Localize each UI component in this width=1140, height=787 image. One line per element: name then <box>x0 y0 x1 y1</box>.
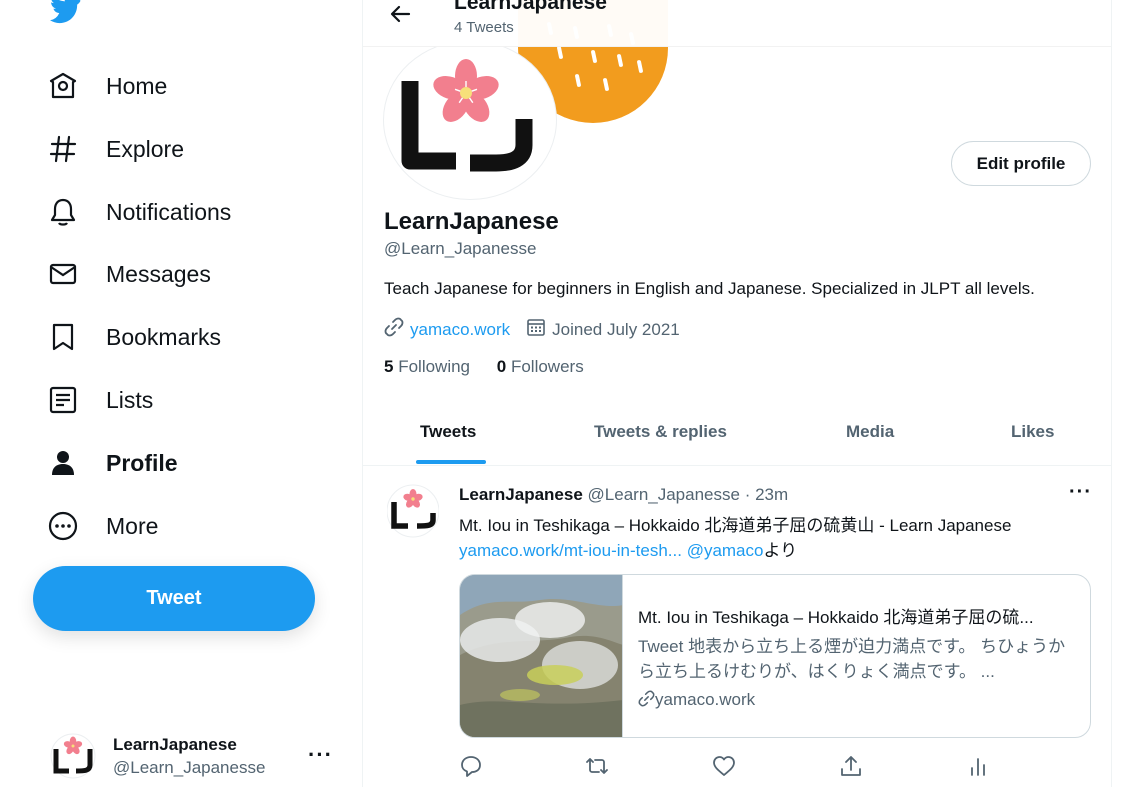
account-avatar <box>50 733 96 779</box>
card-thumbnail <box>460 575 623 737</box>
header-tweet-count: 4 Tweets <box>454 19 514 36</box>
share-icon[interactable] <box>839 754 863 778</box>
followers-count: 0 <box>496 357 507 376</box>
account-name: LearnJapanese <box>113 734 237 754</box>
envelope-icon <box>36 259 92 289</box>
following-link[interactable]: 5 Following <box>384 357 470 376</box>
nav-lists[interactable]: Lists <box>36 374 153 426</box>
nav-explore[interactable]: Explore <box>36 123 184 175</box>
profile-meta: yamaco.work Joined July 2021 <box>384 317 680 342</box>
hashtag-icon <box>36 134 92 164</box>
header-title: LearnJapanese <box>454 0 607 14</box>
profile-bio: Teach Japanese for beginners in English … <box>384 279 1035 298</box>
card-domain: yamaco.work <box>638 690 1078 710</box>
bookmark-icon <box>36 322 92 352</box>
followers-label: Followers <box>510 357 584 376</box>
person-icon <box>36 448 92 478</box>
nav-more-label: More <box>106 512 159 539</box>
account-switcher[interactable]: LearnJapanese @Learn_Japanesse ··· <box>50 730 350 782</box>
card-description: Tweet 地表から立ち上る煙が迫力満点です。 ちひょうから立ち上るけむりが、は… <box>638 637 1066 681</box>
followers-link[interactable]: 0 Followers <box>497 357 584 376</box>
following-label: Following <box>398 357 471 376</box>
profile-website-link[interactable]: yamaco.work <box>410 320 510 340</box>
link-icon <box>384 317 404 342</box>
profile-joined-date: Joined July 2021 <box>552 319 680 339</box>
active-tab-indicator <box>416 460 486 464</box>
analytics-icon[interactable] <box>966 754 990 778</box>
retweet-icon[interactable] <box>585 754 609 778</box>
nav-profile[interactable]: Profile <box>36 437 178 489</box>
list-icon <box>36 385 92 415</box>
tweet-button[interactable]: Tweet <box>33 566 315 631</box>
calendar-icon <box>526 317 546 342</box>
link-icon <box>638 690 655 709</box>
tweet-link[interactable]: yamaco.work/mt-iou-in-tesh... <box>459 541 682 560</box>
nav-bookmarks-label: Bookmarks <box>106 323 222 350</box>
tweet-handle: @Learn_Japanesse <box>587 485 740 504</box>
nav-home-label: Home <box>106 72 168 99</box>
profile-column: LearnJapanese 4 Tweets Edit profile Lear… <box>362 0 1112 787</box>
tweet-text-line: Mt. Iou in Teshikaga – Hokkaido 北海道弟子屈の硫… <box>459 516 1012 535</box>
profile-avatar[interactable] <box>383 40 557 200</box>
tweet-mention[interactable]: @yamaco <box>687 541 764 560</box>
bell-icon <box>36 197 92 227</box>
tweet-header: LearnJapanese @Learn_Japanesse · 23m <box>459 485 788 505</box>
tweet-actions <box>459 754 1019 778</box>
card-title: Mt. Iou in Teshikaga – Hokkaido 北海道弟子屈の硫… <box>638 608 1034 627</box>
profile-tabs: Tweets Tweets & replies Media Likes <box>363 408 1111 466</box>
nav-notifications-label: Notifications <box>106 198 232 225</box>
nav-profile-label: Profile <box>106 449 178 476</box>
twitter-bird-icon[interactable] <box>47 0 83 32</box>
profile-handle: @Learn_Japanesse <box>384 239 537 258</box>
tab-tweets-replies[interactable]: Tweets & replies <box>594 422 727 442</box>
tweet-suffix: より <box>763 541 798 560</box>
tab-likes[interactable]: Likes <box>1011 422 1054 442</box>
account-handle: @Learn_Japanesse <box>113 757 266 777</box>
tab-media[interactable]: Media <box>846 422 894 442</box>
reply-icon[interactable] <box>459 754 483 778</box>
tweet-more-icon[interactable]: ··· <box>1069 481 1092 504</box>
account-more-icon[interactable]: ··· <box>308 742 333 768</box>
nav-more[interactable]: More <box>36 500 158 552</box>
profile-stats: 5 Following 0 Followers <box>384 357 584 377</box>
following-count: 5 <box>384 357 394 376</box>
nav-messages[interactable]: Messages <box>36 248 211 300</box>
profile-header-bar: LearnJapanese 4 Tweets <box>363 0 1111 47</box>
card-domain-text: yamaco.work <box>655 690 756 709</box>
sidebar: Home Explore Notifications Messages Book… <box>0 0 362 787</box>
tweet-time[interactable]: · 23m <box>745 485 788 504</box>
nav-messages-label: Messages <box>106 260 211 287</box>
profile-name: LearnJapanese <box>384 208 559 235</box>
nav-home[interactable]: Home <box>36 60 167 112</box>
tweet-text: Mt. Iou in Teshikaga – Hokkaido 北海道弟子屈の硫… <box>459 513 1099 563</box>
like-icon[interactable] <box>712 754 736 778</box>
home-icon <box>36 71 92 101</box>
nav-lists-label: Lists <box>106 386 154 413</box>
back-arrow-icon[interactable] <box>389 2 413 26</box>
nav-bookmarks[interactable]: Bookmarks <box>36 311 221 363</box>
tweet-item[interactable]: LearnJapanese @Learn_Japanesse · 23m ···… <box>363 467 1111 787</box>
nav-explore-label: Explore <box>106 135 184 162</box>
tweet-author[interactable]: LearnJapanese <box>459 485 583 504</box>
nav-notifications[interactable]: Notifications <box>36 186 231 238</box>
edit-profile-button[interactable]: Edit profile <box>951 141 1091 186</box>
tab-tweets[interactable]: Tweets <box>420 422 476 442</box>
tweet-avatar[interactable] <box>386 481 440 541</box>
more-circle-icon <box>36 511 92 541</box>
link-preview-card[interactable]: Mt. Iou in Teshikaga – Hokkaido 北海道弟子屈の硫… <box>459 574 1091 738</box>
